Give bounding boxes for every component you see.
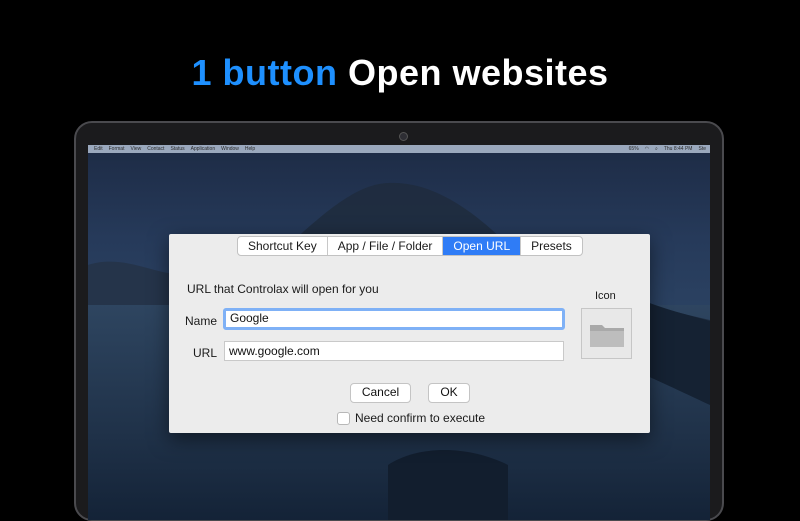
search-icon[interactable]: ⌕ bbox=[655, 146, 658, 152]
battery-icon[interactable]: 65% bbox=[629, 146, 639, 152]
tab-shortcut-key[interactable]: Shortcut Key bbox=[238, 237, 328, 255]
menubar-user[interactable]: Ste bbox=[698, 146, 706, 152]
url-label: URL bbox=[192, 346, 217, 360]
confirm-checkbox[interactable] bbox=[337, 411, 350, 425]
icon-well[interactable] bbox=[581, 308, 632, 359]
folder-icon bbox=[589, 324, 624, 347]
tab-bar: Shortcut Key App / File / Folder Open UR… bbox=[237, 236, 583, 256]
tab-presets[interactable]: Presets bbox=[521, 237, 582, 255]
name-input[interactable]: Google bbox=[223, 308, 565, 330]
menu-item[interactable]: Help bbox=[245, 146, 255, 152]
menu-item[interactable]: Status bbox=[170, 146, 184, 152]
open-url-dialog: Shortcut Key App / File / Folder Open UR… bbox=[169, 234, 650, 433]
icon-label: Icon bbox=[595, 290, 616, 302]
name-label: Name bbox=[184, 314, 217, 328]
menu-item[interactable]: Contact bbox=[147, 146, 164, 152]
headline-rest: Open websites bbox=[347, 52, 609, 93]
headline: 1 button Open websites bbox=[0, 52, 800, 94]
wifi-icon[interactable]: ◠ bbox=[645, 146, 649, 152]
tab-app-file-folder[interactable]: App / File / Folder bbox=[328, 237, 444, 255]
menu-item[interactable]: View bbox=[130, 146, 141, 152]
url-input[interactable]: www.google.com bbox=[224, 341, 564, 361]
confirm-option[interactable]: Need confirm to execute bbox=[337, 411, 485, 425]
menubar-clock[interactable]: Thu 8:44 PM bbox=[664, 146, 693, 152]
menu-item[interactable]: Format bbox=[109, 146, 125, 152]
ok-button[interactable]: OK bbox=[428, 383, 470, 403]
menu-item[interactable]: Window bbox=[221, 146, 239, 152]
confirm-label: Need confirm to execute bbox=[355, 411, 486, 425]
camera-icon bbox=[399, 132, 408, 141]
menu-item[interactable]: Edit bbox=[94, 146, 103, 152]
menu-item[interactable]: Application bbox=[191, 146, 215, 152]
cancel-button[interactable]: Cancel bbox=[350, 383, 411, 403]
tab-open-url[interactable]: Open URL bbox=[443, 237, 522, 255]
dialog-description: URL that Controlax will open for you bbox=[187, 282, 379, 296]
headline-accent: 1 button bbox=[191, 52, 338, 93]
menubar: Edit Format View Contact Status Applicat… bbox=[88, 145, 710, 153]
